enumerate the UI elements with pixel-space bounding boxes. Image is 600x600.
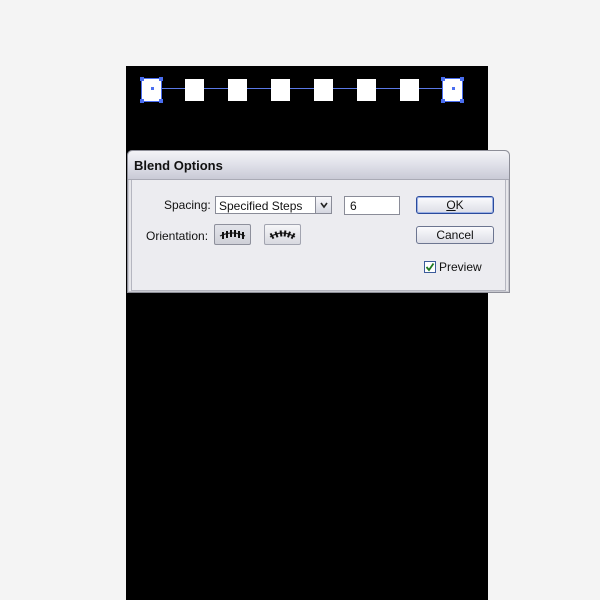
anchor-point[interactable] [452,87,455,90]
selection-handle[interactable] [159,77,163,81]
ok-mnemonic: O [446,198,456,212]
blend-step-square [271,79,290,101]
preview-label[interactable]: Preview [439,260,482,274]
orientation-label: Orientation: [146,229,209,243]
dialog-body: Spacing: Specified Steps 6 OK Cancel Ori… [131,180,506,291]
orientation-align-to-path-icon [265,225,300,244]
selection-handle[interactable] [460,99,464,103]
blend-end-square[interactable] [442,78,463,102]
selection-handle[interactable] [441,99,445,103]
preview-checkbox[interactable] [424,261,436,273]
artboard[interactable] [126,66,488,600]
anchor-point[interactable] [151,87,154,90]
cancel-button[interactable]: Cancel [416,226,494,244]
selection-handle[interactable] [460,77,464,81]
chevron-down-icon[interactable] [315,197,331,213]
blend-options-dialog: Blend Options Spacing: Specified Steps 6… [127,150,510,293]
dialog-titlebar[interactable]: Blend Options [128,151,509,180]
ok-label-rest: K [455,198,464,212]
blend-start-square[interactable] [141,78,162,102]
selection-handle[interactable] [140,77,144,81]
spacing-label: Spacing: [164,198,211,212]
selection-handle[interactable] [140,99,144,103]
orientation-align-to-page-icon [215,225,250,244]
selection-handle[interactable] [159,99,163,103]
selection-handle[interactable] [441,77,445,81]
illustrator-canvas: Blend Options Spacing: Specified Steps 6… [0,0,600,600]
blend-step-square [228,79,247,101]
spacing-select-value: Specified Steps [219,199,303,213]
orientation-align-to-page-button[interactable] [214,224,251,245]
ok-button[interactable]: OK [416,196,494,214]
blend-step-square [185,79,204,101]
orientation-align-to-path-button[interactable] [264,224,301,245]
blend-step-square [400,79,419,101]
steps-input[interactable]: 6 [344,196,400,215]
blend-step-square [314,79,333,101]
spacing-select[interactable]: Specified Steps [215,196,332,214]
blend-step-square [357,79,376,101]
dialog-title: Blend Options [134,158,223,173]
